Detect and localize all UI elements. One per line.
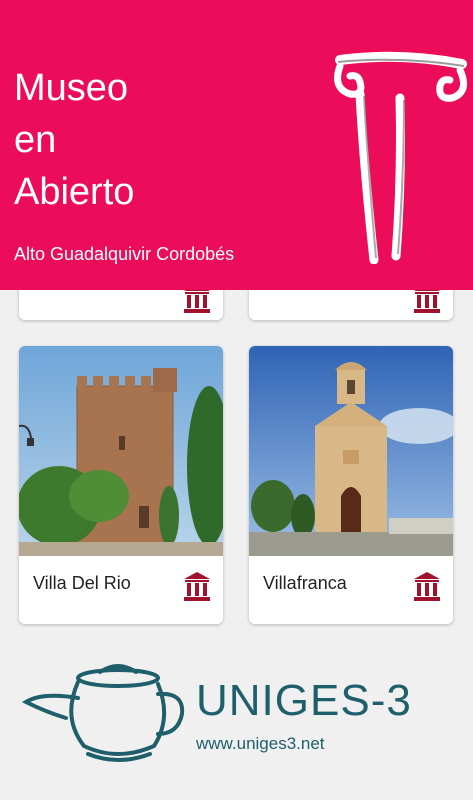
sponsor-url[interactable]: www.uniges3.net: [196, 734, 325, 754]
museum-icon: [184, 572, 210, 601]
app-header: Museo en Abierto Alto Guadalquivir Cordo…: [0, 0, 473, 290]
museum-card-villafranca[interactable]: Villafranca: [249, 346, 453, 624]
museum-icon: [414, 572, 440, 601]
teapot-icon: [22, 664, 185, 762]
sponsor-footer[interactable]: UNIGES-3 www.uniges3.net: [0, 640, 473, 800]
museum-card-villa-del-rio[interactable]: Villa Del Rio: [19, 346, 223, 624]
app-subtitle: Alto Guadalquivir Cordobés: [14, 244, 235, 264]
castle-tower-photo: [19, 346, 223, 556]
church-facade-photo: [249, 346, 453, 556]
app-title: Museo en Abierto: [14, 67, 135, 213]
museum-name: Villa Del Rio: [33, 573, 131, 593]
ionic-column-icon: [334, 51, 468, 264]
sponsor-brand: UNIGES-3: [196, 676, 412, 725]
museum-name: Villafranca: [263, 573, 347, 593]
